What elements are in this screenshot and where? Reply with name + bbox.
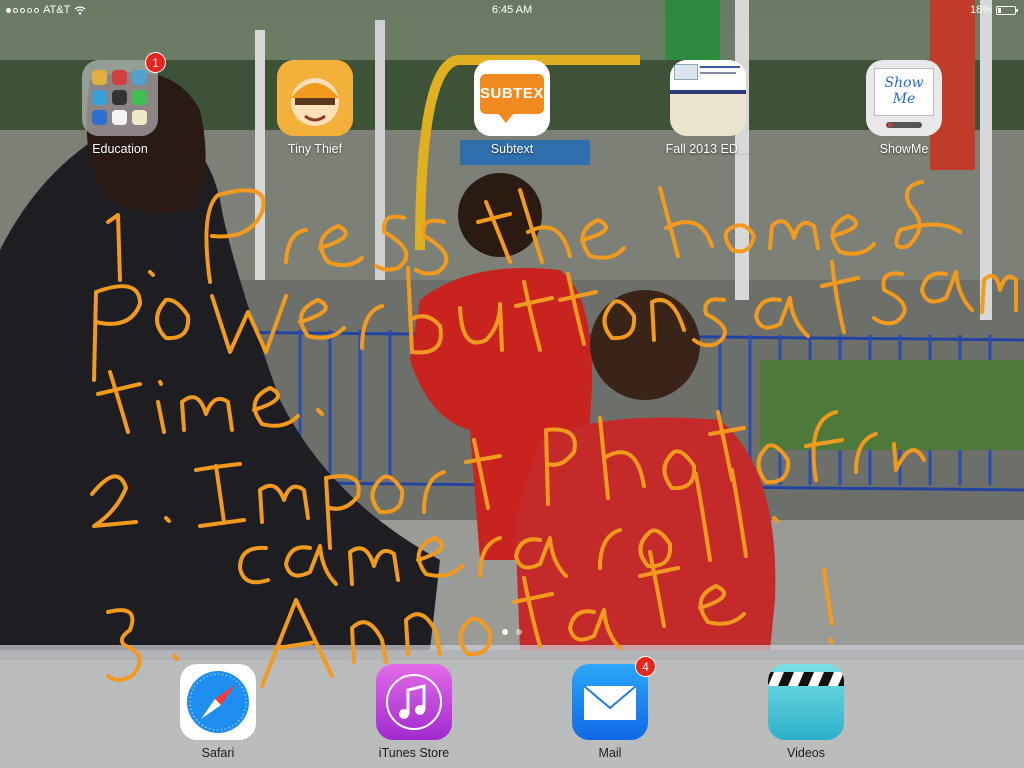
notification-badge: 4 xyxy=(635,656,656,677)
tiny-thief-icon xyxy=(277,60,353,136)
app-label: ShowMe xyxy=(879,142,929,156)
page-indicator[interactable] xyxy=(0,629,1024,635)
clapperboard-icon xyxy=(768,664,844,740)
battery-icon xyxy=(996,5,1018,15)
subtext-logo-text: SUBTEXT xyxy=(480,74,550,114)
app-label: Videos xyxy=(787,746,825,760)
app-label: Fall 2013 ED… xyxy=(665,142,751,156)
app-label: iTunes Store xyxy=(378,746,450,760)
app-mail[interactable]: 4 Mail xyxy=(565,656,656,760)
subtext-icon: SUBTEXT xyxy=(474,60,550,136)
battery-area: 18% xyxy=(969,4,1018,16)
document-thumbnail-icon xyxy=(670,60,746,136)
envelope-icon xyxy=(572,664,648,740)
app-videos[interactable]: Videos xyxy=(761,664,851,760)
app-showme[interactable]: Show Me ShowMe xyxy=(859,60,949,156)
app-label: Mail xyxy=(598,746,622,760)
app-label: Education xyxy=(92,142,148,156)
music-note-icon xyxy=(376,664,452,740)
page-dot xyxy=(502,629,508,635)
page-dot xyxy=(516,629,522,635)
battery-percent: 18% xyxy=(969,4,992,16)
clock: 6:45 AM xyxy=(491,4,533,16)
app-education-folder[interactable]: 1 Education xyxy=(75,52,166,156)
status-bar: AT&T 6:45 AM 18% xyxy=(0,0,1024,20)
showme-logo-text: Show Me xyxy=(874,68,934,116)
compass-icon xyxy=(180,664,256,740)
app-label: Subtext xyxy=(490,142,534,156)
app-tiny-thief[interactable]: Tiny Thief xyxy=(270,60,360,156)
showme-icon: Show Me xyxy=(866,60,942,136)
app-label: Tiny Thief xyxy=(287,142,343,156)
folder-icon xyxy=(82,60,158,136)
app-safari[interactable]: Safari xyxy=(173,664,263,760)
app-subtext[interactable]: SUBTEXT Subtext xyxy=(467,60,557,156)
app-itunes-store[interactable]: iTunes Store xyxy=(369,664,459,760)
notification-badge: 1 xyxy=(145,52,166,73)
app-fall-2013-ed[interactable]: Fall 2013 ED… xyxy=(663,60,753,156)
dock: Safari iTunes Store 4 Mail Videos xyxy=(0,645,1024,768)
app-label: Safari xyxy=(201,746,235,760)
